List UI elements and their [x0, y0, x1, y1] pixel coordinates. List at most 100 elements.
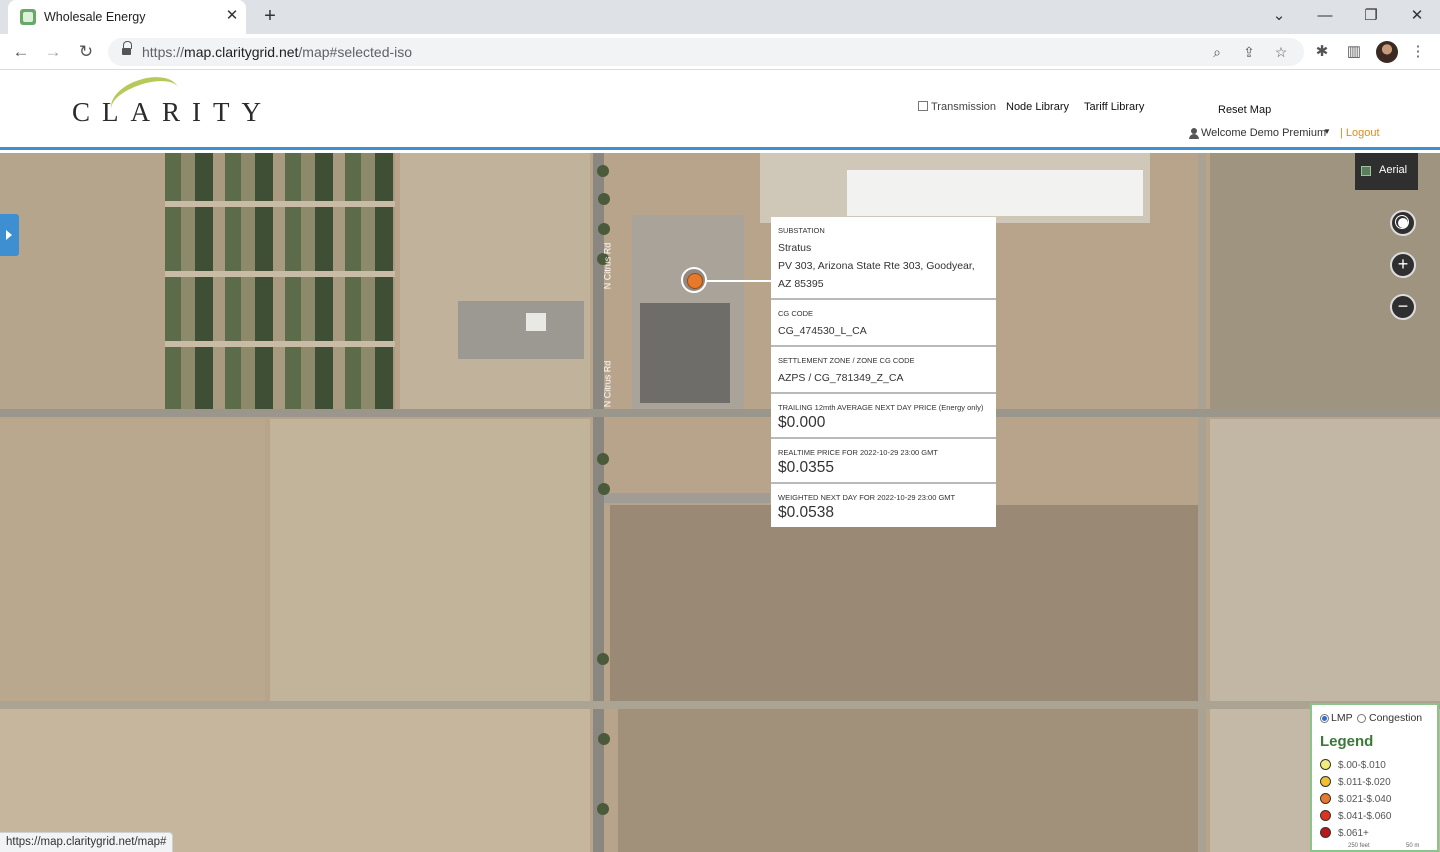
site-favicon-icon: [20, 9, 36, 25]
map-road: [0, 409, 1440, 417]
tariff-library-link[interactable]: Tariff Library: [1084, 101, 1144, 113]
aerial-map[interactable]: N Citrus Rd N Citrus Rd Aerial + − SUBST…: [0, 153, 1440, 852]
map-field-divider: [165, 341, 395, 347]
map-field: [270, 419, 590, 701]
address-bar[interactable]: https://map.claritygrid.net/map#selected…: [108, 38, 1304, 66]
map-legend: LMP Congestion Legend $.00-$.010 $.011-$…: [1310, 703, 1439, 852]
sidebar-toggle-button[interactable]: [0, 214, 19, 256]
menu-icon[interactable]: ⋮: [1407, 41, 1429, 63]
side-panel-icon[interactable]: ▥: [1343, 41, 1365, 63]
legend-color-dot: [1320, 810, 1331, 821]
caret-down-icon[interactable]: ▼: [1323, 127, 1331, 136]
reset-map-link[interactable]: Reset Map: [1218, 104, 1271, 116]
browser-tab-bar: Wholesale Energy ✕ + ⌄ — ❐ ✕: [0, 0, 1440, 34]
forward-icon[interactable]: →: [41, 40, 65, 64]
legend-color-dot: [1320, 793, 1331, 804]
map-tree: [597, 803, 609, 815]
trailing-price-value: $0.000: [778, 414, 826, 431]
extensions-icon[interactable]: ✱: [1311, 41, 1333, 63]
transmission-label[interactable]: Transmission: [931, 101, 996, 113]
map-field-divider: [165, 201, 395, 207]
legend-title: Legend: [1320, 733, 1374, 750]
tab-search-icon[interactable]: ⌄: [1264, 4, 1294, 28]
popup-section-cg-code: CG CODE CG_474530_L_CA: [771, 300, 996, 347]
scale-bar-label: 250 feet: [1348, 843, 1370, 849]
close-tab-icon[interactable]: ✕: [222, 6, 242, 26]
welcome-user-dropdown[interactable]: Welcome Demo Premium: [1201, 127, 1326, 139]
congestion-label[interactable]: Congestion: [1369, 712, 1422, 724]
app-header: CLARITY Transmission Node Library Tariff…: [0, 69, 1440, 150]
map-field: [1210, 419, 1440, 701]
realtime-price-value: $0.0355: [778, 459, 835, 476]
aerial-layer-icon: [1361, 166, 1371, 176]
status-bar-url: https://map.claritygrid.net/map#: [0, 832, 174, 852]
map-tree: [598, 193, 610, 205]
zone-label: SETTLEMENT ZONE / ZONE CG CODE: [778, 356, 915, 365]
map-crop-field: [165, 153, 395, 411]
map-property: [400, 153, 590, 411]
popup-section-weighted: WEIGHTED NEXT DAY FOR 2022-10-29 23:00 G…: [771, 484, 996, 527]
legend-color-dot: [1320, 827, 1331, 838]
transmission-checkbox[interactable]: [918, 101, 928, 111]
locate-icon: [1395, 215, 1409, 229]
weighted-price-value: $0.0538: [778, 504, 835, 521]
locate-button[interactable]: [1390, 210, 1416, 236]
map-tree: [597, 653, 609, 665]
map-substation-equipment: [640, 303, 730, 403]
restore-icon[interactable]: ❐: [1356, 4, 1386, 28]
back-icon[interactable]: ←: [9, 40, 33, 64]
map-building: [526, 313, 546, 331]
tab-title: Wholesale Energy: [44, 10, 146, 24]
reload-icon[interactable]: ↻: [74, 40, 98, 64]
map-tree: [598, 223, 610, 235]
weighted-price-label: WEIGHTED NEXT DAY FOR 2022-10-29 23:00 G…: [778, 493, 956, 502]
map-tree: [598, 733, 610, 745]
zoom-icon[interactable]: ⌕: [1207, 42, 1227, 62]
popup-section-zone: SETTLEMENT ZONE / ZONE CG CODE AZPS / CG…: [771, 347, 996, 394]
map-field: [0, 419, 265, 701]
legend-item-label: $.021-$.040: [1338, 794, 1392, 805]
logo-text: CLARITY: [72, 97, 273, 127]
congestion-radio[interactable]: [1357, 714, 1366, 723]
map-parking-lot: [458, 301, 584, 359]
road-label: N Citrus Rd: [602, 360, 613, 408]
close-window-icon[interactable]: ✕: [1402, 4, 1432, 28]
zone-value: AZPS / CG_781349_Z_CA: [778, 372, 904, 384]
map-tree: [598, 483, 610, 495]
scale-bar-label-metric: 50 m: [1406, 843, 1420, 849]
lock-icon: [122, 41, 132, 57]
minimize-icon[interactable]: —: [1310, 4, 1340, 28]
logout-link[interactable]: | Logout: [1340, 127, 1380, 139]
map-field: [618, 709, 1202, 852]
map-tree: [597, 165, 609, 177]
popup-section-substation: SUBSTATION Stratus PV 303, Arizona State…: [771, 217, 996, 300]
bookmark-star-icon[interactable]: ☆: [1271, 42, 1291, 62]
substation-marker[interactable]: [681, 267, 707, 293]
substation-label: SUBSTATION: [778, 226, 825, 235]
browser-toolbar: ← → ↻ https://map.claritygrid.net/map#se…: [0, 34, 1440, 70]
cg-code-value: CG_474530_L_CA: [778, 325, 867, 337]
aerial-layer-button[interactable]: Aerial: [1355, 153, 1418, 190]
zoom-in-button[interactable]: +: [1390, 252, 1416, 278]
legend-color-dot: [1320, 759, 1331, 770]
map-field: [1210, 153, 1440, 411]
realtime-price-label: REALTIME PRICE FOR 2022-10-29 23:00 GMT: [778, 448, 938, 457]
share-icon[interactable]: ⇪: [1239, 42, 1259, 62]
lmp-radio[interactable]: [1320, 714, 1329, 723]
map-road: [0, 701, 1440, 709]
profile-avatar[interactable]: [1376, 41, 1398, 63]
popup-section-trailing: TRAILING 12mth AVERAGE NEXT DAY PRICE (E…: [771, 394, 996, 439]
map-field: [610, 505, 1202, 701]
clarity-logo[interactable]: CLARITY: [72, 69, 296, 129]
browser-tab[interactable]: Wholesale Energy ✕: [8, 0, 246, 34]
node-library-link[interactable]: Node Library: [1006, 101, 1069, 113]
substation-address: PV 303, Arizona State Rte 303, Goodyear,…: [778, 260, 975, 290]
zoom-out-button[interactable]: −: [1390, 294, 1416, 320]
lmp-label[interactable]: LMP: [1331, 712, 1353, 724]
popup-section-realtime: REALTIME PRICE FOR 2022-10-29 23:00 GMT …: [771, 439, 996, 484]
url-text: https://map.claritygrid.net/map#selected…: [142, 44, 413, 60]
new-tab-icon[interactable]: +: [258, 4, 282, 28]
user-icon: [1189, 128, 1199, 139]
cg-code-label: CG CODE: [778, 309, 814, 318]
map-warehouse-roof: [847, 170, 1143, 216]
